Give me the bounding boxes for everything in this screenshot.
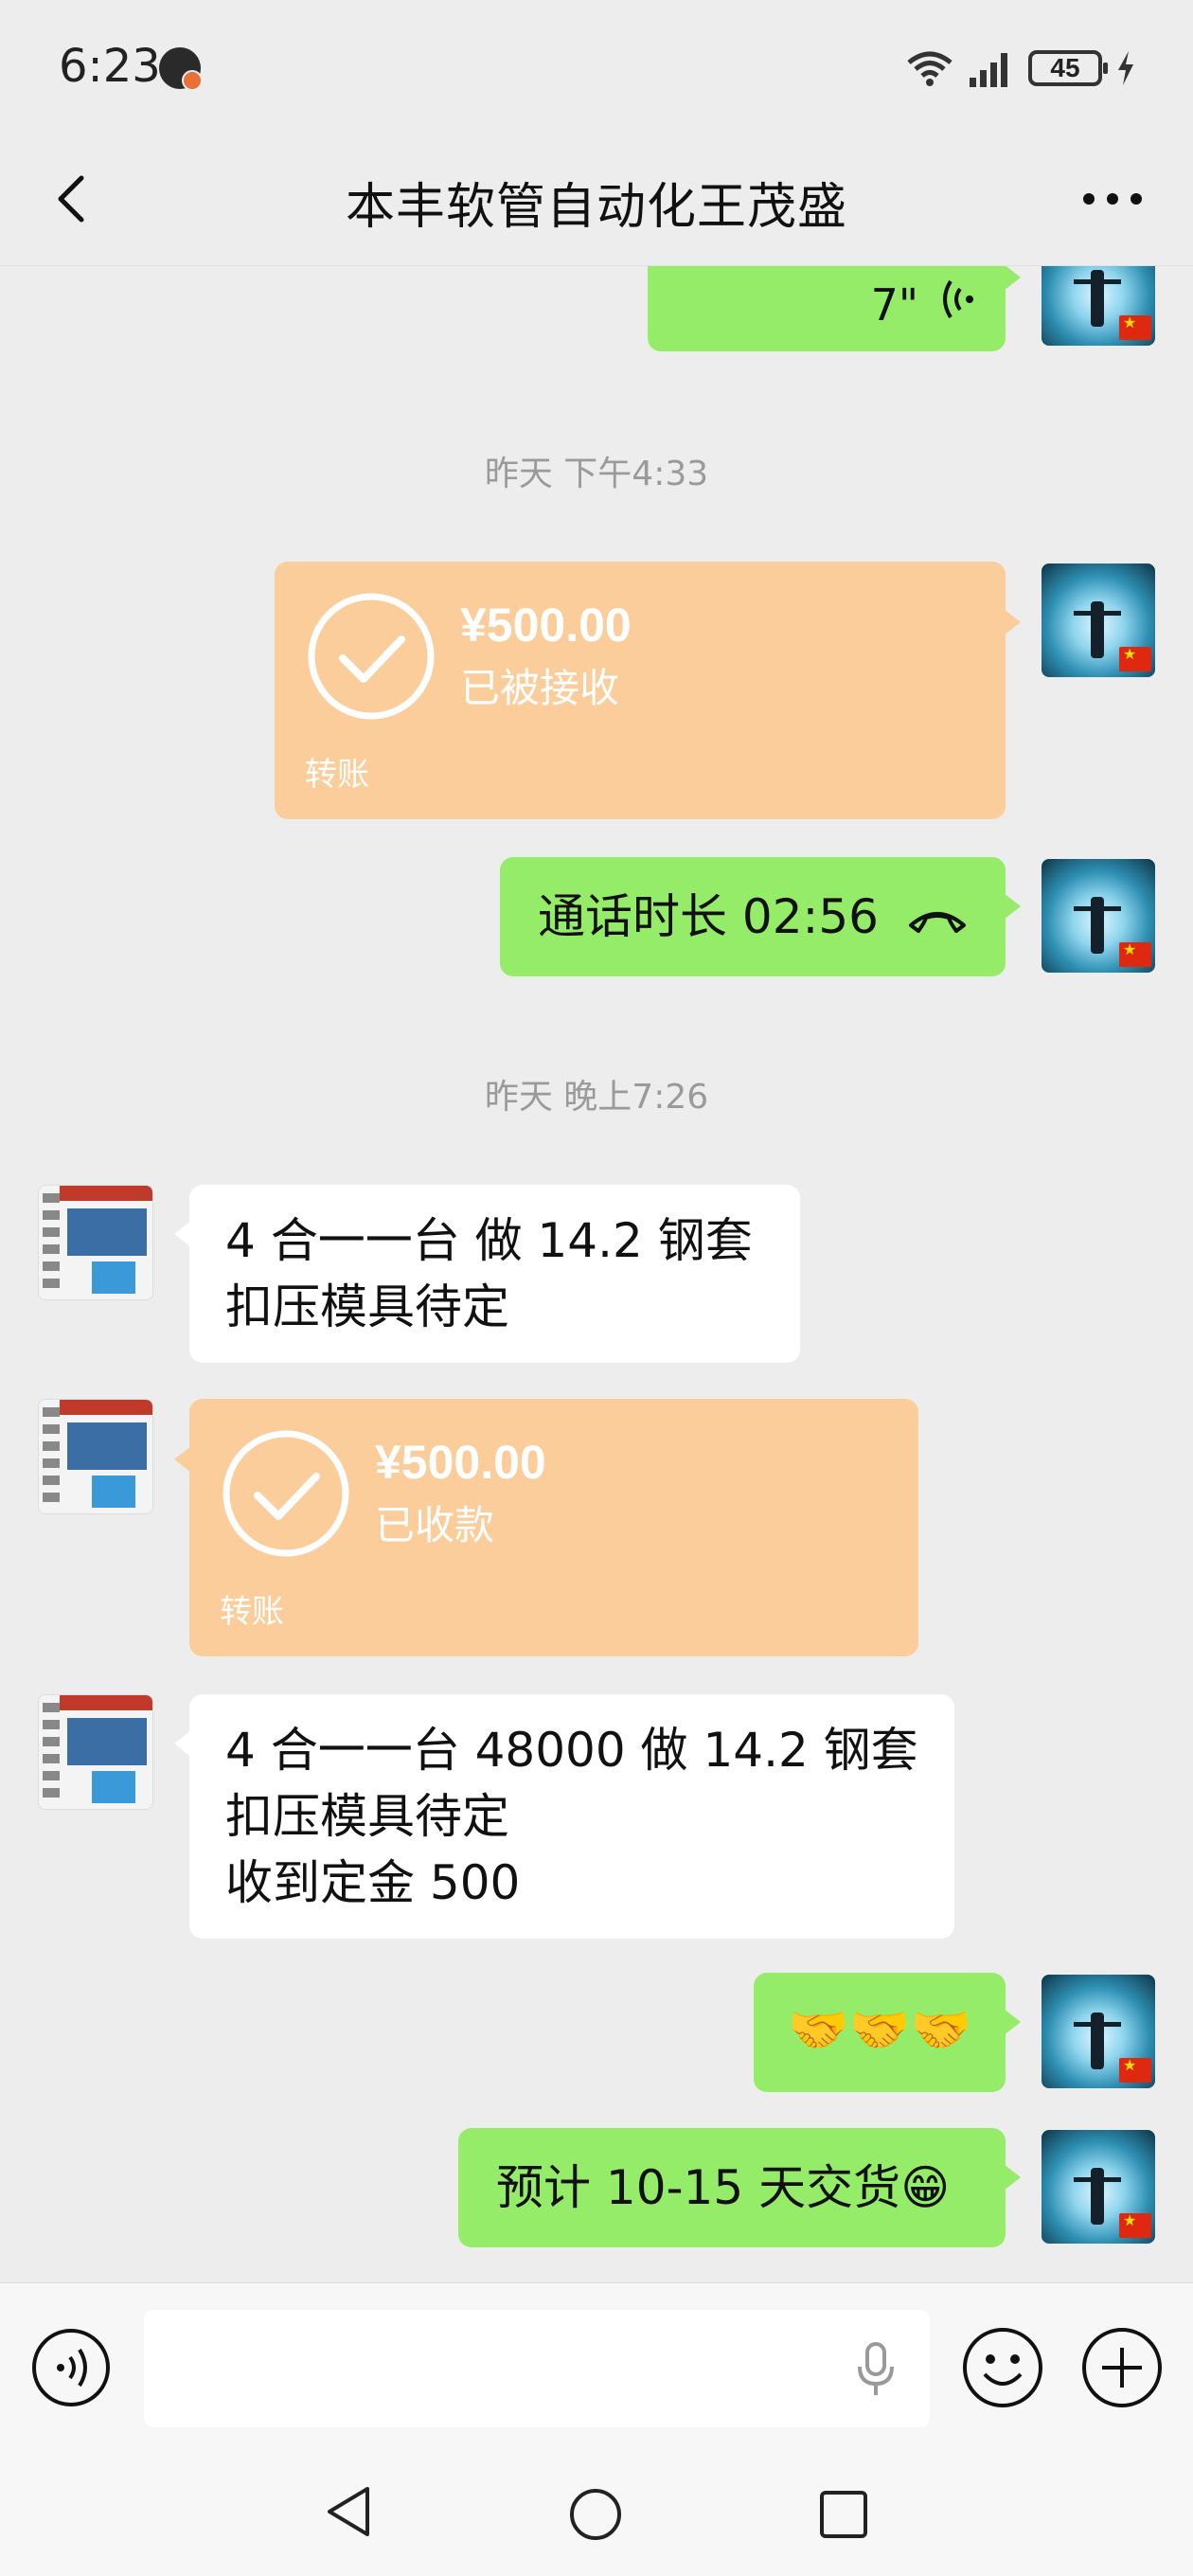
message-text-field[interactable] xyxy=(144,2310,930,2427)
status-time: 6:23 xyxy=(59,40,161,93)
chat-header: 本丰软管自动化王茂盛 xyxy=(0,133,1193,266)
microphone-icon[interactable] xyxy=(852,2340,899,2399)
text-message[interactable]: 4 合一一台 做 14.2 钢套 扣压模具待定 xyxy=(174,1185,800,1363)
message-line: 扣压模具待定 xyxy=(225,1279,509,1334)
emoji-icon[interactable] xyxy=(960,2325,1045,2410)
system-navigation-bar xyxy=(0,2443,1193,2576)
transfer-status: 已收款 xyxy=(375,1502,495,1548)
more-icon[interactable] xyxy=(1079,188,1146,210)
transfer-amount: ¥500.00 xyxy=(375,1436,546,1489)
voice-message[interactable]: 7" xyxy=(648,266,1021,351)
voice-wave-icon xyxy=(943,279,973,319)
system-home-icon[interactable] xyxy=(568,2487,623,2542)
handshake-emojis: 🤝🤝🤝 xyxy=(788,2002,972,2059)
chat-message-list[interactable]: 7" 昨天 下午4:33 ¥500.00 已被接收 转账 通话时长 02:56 … xyxy=(0,266,1193,2283)
self-avatar[interactable] xyxy=(1042,1975,1155,2088)
status-bar: 6:23 45 xyxy=(0,0,1193,133)
phone-hangup-icon xyxy=(909,912,966,933)
message-line: 扣压模具待定 xyxy=(225,1789,509,1844)
voice-input-icon[interactable] xyxy=(30,2327,112,2408)
charging-icon xyxy=(1118,51,1133,85)
text-message[interactable]: 4 合一一台 48000 做 14.2 钢套 扣压模具待定 收到定金 500 xyxy=(174,1694,954,1939)
battery-icon: 45 xyxy=(1028,50,1108,86)
self-avatar[interactable] xyxy=(1042,564,1155,677)
check-circle-icon xyxy=(308,593,435,720)
system-back-icon[interactable] xyxy=(322,2483,375,2540)
chat-title: 本丰软管自动化王茂盛 xyxy=(345,179,847,236)
message-line: 4 合一一台 做 14.2 钢套 xyxy=(225,1213,753,1268)
voice-duration: 7" xyxy=(870,279,918,331)
message-line: 预计 10-15 天交货😁 xyxy=(496,2160,951,2215)
call-record-message[interactable]: 通话时长 02:56 xyxy=(500,857,1021,976)
add-icon[interactable] xyxy=(1079,2325,1165,2410)
timestamp: 昨天 晚上7:26 xyxy=(484,1078,709,1117)
battery-level: 45 xyxy=(1050,53,1080,82)
transfer-amount: ¥500.00 xyxy=(460,599,632,652)
message-line: 收到定金 500 xyxy=(225,1855,521,1910)
emoji-message[interactable]: 🤝🤝🤝 xyxy=(754,1973,1021,2092)
transfer-status: 已被接收 xyxy=(460,665,620,711)
status-icons: 45 xyxy=(905,45,1136,91)
transfer-label: 转账 xyxy=(305,756,369,794)
transfer-label: 转账 xyxy=(220,1593,284,1631)
transfer-message[interactable]: ¥500.00 已被接收 转账 xyxy=(275,562,1021,819)
self-avatar[interactable] xyxy=(1042,2130,1155,2244)
call-duration-text: 通话时长 02:56 xyxy=(538,889,879,944)
contact-avatar[interactable] xyxy=(38,1185,153,1300)
check-circle-icon xyxy=(223,1430,349,1557)
wifi-icon xyxy=(907,51,953,86)
contact-avatar[interactable] xyxy=(38,1694,153,1810)
status-notification-avatar xyxy=(159,47,203,91)
text-message[interactable]: 预计 10-15 天交货😁 xyxy=(458,2128,1021,2247)
signal-icon xyxy=(970,53,1007,87)
transfer-message[interactable]: ¥500.00 已收款 转账 xyxy=(174,1399,918,1656)
contact-avatar[interactable] xyxy=(38,1399,153,1514)
system-recents-icon[interactable] xyxy=(818,2489,869,2540)
timestamp: 昨天 下午4:33 xyxy=(484,455,709,493)
self-avatar[interactable] xyxy=(1042,859,1155,973)
message-line: 4 合一一台 48000 做 14.2 钢套 xyxy=(225,1723,918,1778)
self-avatar[interactable] xyxy=(1042,266,1155,346)
message-input-bar xyxy=(0,2282,1193,2444)
